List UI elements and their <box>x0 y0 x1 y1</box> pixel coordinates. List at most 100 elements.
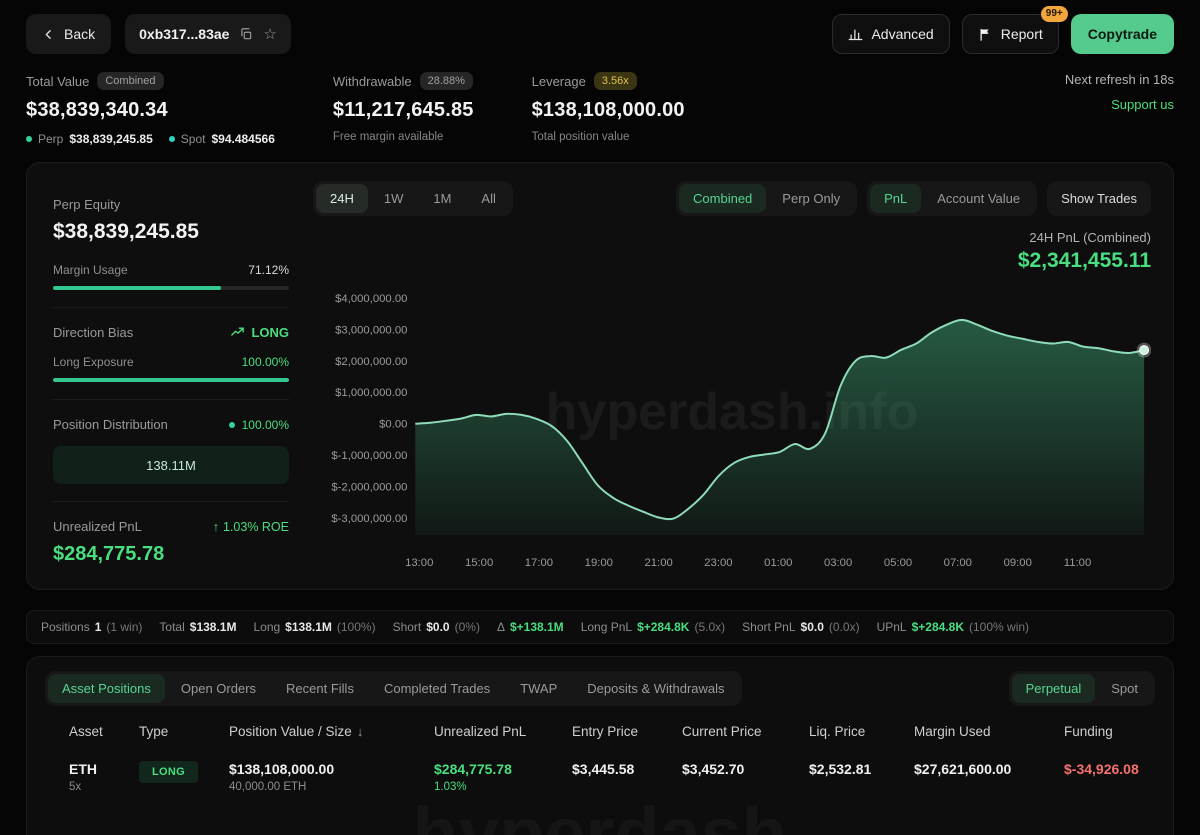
chart-area: 24H 1W 1M All Combined Perp Only PnL Acc… <box>313 181 1151 573</box>
roe-value: ↑ 1.03% ROE <box>213 520 289 534</box>
y-axis-tick: $1,000,000.00 <box>335 387 407 399</box>
copy-icon[interactable] <box>239 27 253 41</box>
long-badge: LONG <box>139 761 198 783</box>
cell-entry-price: $3,445.58 <box>572 761 682 777</box>
tab-account-value[interactable]: Account Value <box>923 184 1034 213</box>
x-axis-tick: 05:00 <box>884 557 912 569</box>
position-distribution-box: 138.11M <box>53 446 289 484</box>
withdrawable-value: $11,217,645.85 <box>333 99 474 122</box>
y-axis-tick: $3,000,000.00 <box>335 324 407 336</box>
positions-card: hyperdash Asset Positions Open Orders Re… <box>26 656 1174 835</box>
pnl-value: $2,341,455.11 <box>313 249 1151 273</box>
equity-panel: Perp Equity $38,839,245.85 Margin Usage … <box>51 181 313 573</box>
summary-total: Total $138.1M <box>159 620 236 634</box>
perp-equity-value: $38,839,245.85 <box>53 220 289 244</box>
margin-usage-fill <box>53 286 221 290</box>
advanced-label: Advanced <box>871 26 933 42</box>
chart-controls: 24H 1W 1M All Combined Perp Only PnL Acc… <box>313 181 1151 216</box>
tab-pnl[interactable]: PnL <box>870 184 921 213</box>
positions-summary-bar: Positions 1 (1 win) Total $138.1M Long $… <box>26 610 1174 644</box>
pnl-chart-wrap: hyperdash.info $4,000,000.00$3,000,000.0… <box>313 275 1151 573</box>
x-axis-tick: 01:00 <box>764 557 792 569</box>
tab-open-orders[interactable]: Open Orders <box>167 674 270 703</box>
tab-deposits-withdrawals[interactable]: Deposits & Withdrawals <box>573 674 738 703</box>
mode-tabs: Combined Perp Only <box>676 181 857 216</box>
market-type-tabs: Perpetual Spot <box>1009 671 1155 706</box>
x-axis-tick: 03:00 <box>824 557 852 569</box>
topbar: Back 0xb317...83ae ☆ Advanced 99+ Report… <box>0 0 1200 54</box>
perp-split: Perp $38,839,245.85 <box>26 132 153 146</box>
tab-1w[interactable]: 1W <box>370 184 418 213</box>
account-stats: Total Value Combined $38,839,340.34 Perp… <box>0 54 1200 146</box>
y-axis-tick: $4,000,000.00 <box>335 293 407 305</box>
tab-perpetual[interactable]: Perpetual <box>1012 674 1096 703</box>
back-button[interactable]: Back <box>26 14 111 54</box>
report-badge: 99+ <box>1041 6 1068 22</box>
x-axis-tick: 23:00 <box>704 557 732 569</box>
perp-equity-label: Perp Equity <box>53 197 289 212</box>
tab-all[interactable]: All <box>467 184 509 213</box>
total-value: $38,839,340.34 <box>26 99 275 122</box>
bottom-watermark: hyperdash <box>413 791 787 835</box>
x-axis-tick: 11:00 <box>1064 557 1091 569</box>
tab-asset-positions[interactable]: Asset Positions <box>48 674 165 703</box>
distribution-dot-icon <box>229 422 235 428</box>
unrealized-pnl-value: $284,775.78 <box>53 543 289 566</box>
pnl-summary: 24H PnL (Combined) $2,341,455.11 <box>313 230 1151 273</box>
tab-twap[interactable]: TWAP <box>506 674 571 703</box>
tab-completed-trades[interactable]: Completed Trades <box>370 674 504 703</box>
divider <box>53 501 289 502</box>
cell-liq-price: $2,532.81 <box>809 761 914 777</box>
show-trades-button[interactable]: Show Trades <box>1047 181 1151 216</box>
cell-asset: ETH 5x <box>69 761 139 793</box>
summary-positions: Positions 1 (1 win) <box>41 620 142 634</box>
combined-badge: Combined <box>97 72 163 90</box>
col-entry-price: Entry Price <box>572 724 682 739</box>
col-current-price: Current Price <box>682 724 809 739</box>
refresh-countdown: Next refresh in 18s <box>1065 72 1174 87</box>
col-position-value[interactable]: Position Value / Size ↓ <box>229 724 434 739</box>
divider <box>53 399 289 400</box>
cell-type: LONG <box>139 761 229 783</box>
tab-24h[interactable]: 24H <box>316 184 368 213</box>
perp-dot-icon <box>26 136 32 142</box>
tab-perp-only[interactable]: Perp Only <box>768 184 854 213</box>
trending-up-icon <box>230 325 245 340</box>
x-axis-tick: 09:00 <box>1004 557 1032 569</box>
col-liq-price: Liq. Price <box>809 724 914 739</box>
x-axis-tick: 21:00 <box>644 557 672 569</box>
wallet-address-pill: 0xb317...83ae ☆ <box>125 14 291 54</box>
tab-spot[interactable]: Spot <box>1097 674 1152 703</box>
position-distribution-value: 100.00% <box>229 418 289 432</box>
summary-long-pnl: Long PnL $+284.8K (5.0x) <box>581 620 725 634</box>
wallet-address: 0xb317...83ae <box>139 26 229 42</box>
bar-chart-icon <box>848 27 863 42</box>
summary-short: Short $0.0 (0%) <box>393 620 480 634</box>
metric-tabs: PnL Account Value <box>867 181 1037 216</box>
star-icon[interactable]: ☆ <box>263 25 276 43</box>
tab-1m[interactable]: 1M <box>419 184 465 213</box>
advanced-button[interactable]: Advanced <box>832 14 949 54</box>
summary-delta: Δ $+138.1M <box>497 620 564 634</box>
report-button[interactable]: 99+ Report <box>962 14 1059 54</box>
report-label: Report <box>1001 26 1043 42</box>
x-axis-tick: 13:00 <box>405 557 433 569</box>
x-axis-tick: 07:00 <box>944 557 972 569</box>
tab-combined[interactable]: Combined <box>679 184 766 213</box>
long-exposure-fill <box>53 378 289 382</box>
stat-withdrawable: Withdrawable 28.88% $11,217,645.85 Free … <box>333 72 474 143</box>
leverage-badge: 3.56x <box>594 72 637 90</box>
col-funding: Funding <box>1064 724 1131 739</box>
divider <box>53 307 289 308</box>
x-axis-tick: 19:00 <box>585 557 613 569</box>
long-exposure-value: 100.00% <box>242 355 289 369</box>
support-us-link[interactable]: Support us <box>1111 97 1174 112</box>
leverage-value: $138,108,000.00 <box>532 99 685 122</box>
positions-table: Asset Type Position Value / Size ↓ Unrea… <box>45 724 1155 793</box>
copytrade-button[interactable]: Copytrade <box>1071 14 1174 54</box>
summary-short-pnl: Short PnL $0.0 (0.0x) <box>742 620 859 634</box>
flag-icon <box>978 27 993 42</box>
last-point-marker <box>1140 346 1149 355</box>
positions-tabs: Asset Positions Open Orders Recent Fills… <box>45 671 742 706</box>
tab-recent-fills[interactable]: Recent Fills <box>272 674 368 703</box>
